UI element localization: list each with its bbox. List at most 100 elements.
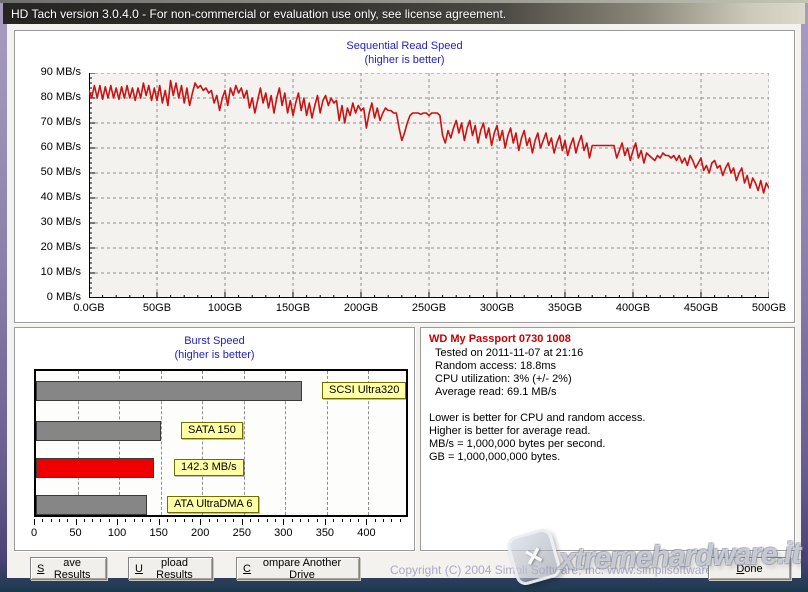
burst-tick	[192, 519, 193, 522]
burst-tick-label: 300	[274, 527, 292, 539]
burst-tick-label: 350	[316, 527, 334, 539]
copyright-text: Copyright (C) 2004 Simpli Software, Inc.…	[390, 563, 738, 577]
burst-tick	[167, 519, 168, 522]
burst-bar-label: ATA UltraDMA 6	[167, 496, 259, 513]
window-title: HD Tach version 3.0.4.0 - For non-commer…	[3, 7, 506, 21]
seq-x-tick-label: 50GB	[143, 302, 171, 314]
compare-another-drive-button[interactable]: Compare Another Drive	[236, 557, 360, 580]
burst-tick	[283, 519, 284, 525]
burst-tick	[117, 519, 118, 525]
seq-y-tick-label: 0 MB/s	[15, 291, 81, 303]
drive-name: WD My Passport 0730 1008	[429, 333, 571, 345]
burst-tick	[42, 519, 43, 522]
seq-x-tick-label: 250GB	[412, 302, 446, 314]
burst-tick	[34, 519, 35, 525]
burst-tick	[400, 519, 401, 522]
info-note-line: Lower is better for CPU and random acces…	[429, 412, 645, 424]
burst-tick	[350, 519, 351, 522]
burst-tick	[76, 519, 77, 525]
seq-chart-title: Sequential Read Speed	[15, 40, 794, 52]
burst-speed-chart: SCSI Ultra320 SATA 150 142.3 MB/s ATA Ultra…	[34, 369, 408, 517]
burst-tick	[184, 519, 185, 522]
burst-tick	[300, 519, 301, 522]
burst-tick	[233, 519, 234, 522]
client-area: Sequential Read Speed (higher is better)…	[7, 24, 801, 578]
drive-stat-line: Tested on 2011-11-07 at 21:16	[435, 347, 583, 359]
seq-x-tick-label: 450GB	[684, 302, 718, 314]
seq-y-tick-label: 60 MB/s	[15, 141, 81, 153]
burst-bar	[36, 381, 302, 401]
burst-tick-label: 100	[108, 527, 126, 539]
burst-tick	[342, 519, 343, 522]
burst-tick	[150, 519, 151, 522]
burst-tick	[308, 519, 309, 522]
burst-tick	[200, 519, 201, 525]
burst-bar-label: SATA 150	[181, 422, 243, 439]
burst-tick	[84, 519, 85, 522]
burst-tick	[225, 519, 226, 522]
burst-tick	[333, 519, 334, 522]
burst-tick	[267, 519, 268, 522]
seq-y-tick-label: 10 MB/s	[15, 266, 81, 278]
burst-tick-label: 250	[233, 527, 251, 539]
burst-tick	[258, 519, 259, 522]
burst-speed-panel: Burst Speed (higher is better) SCSI Ultr…	[14, 327, 415, 551]
drive-stat-line: Average read: 69.1 MB/s	[435, 386, 556, 398]
burst-tick	[109, 519, 110, 522]
burst-tick	[100, 519, 101, 522]
burst-tick	[175, 519, 176, 522]
seq-y-tick-label: 40 MB/s	[15, 191, 81, 203]
hdtach-window: HD Tach version 3.0.4.0 - For non-commer…	[0, 0, 808, 592]
seq-x-tick-label: 400GB	[616, 302, 650, 314]
burst-tick	[275, 519, 276, 522]
burst-bar	[36, 495, 147, 515]
burst-tick-label: 0	[31, 527, 37, 539]
burst-bar-label: SCSI Ultra320	[322, 382, 406, 399]
seq-y-tick-label: 90 MB/s	[15, 66, 81, 78]
burst-x-axis: 050100150200250300350400	[34, 519, 408, 545]
burst-chart-title: Burst Speed	[15, 335, 414, 347]
burst-bar	[36, 421, 161, 441]
seq-y-tick-label: 50 MB/s	[15, 166, 81, 178]
burst-tick	[125, 519, 126, 522]
seq-x-tick-label: 0.0GB	[73, 302, 104, 314]
burst-tick-label: 400	[357, 527, 375, 539]
burst-tick	[383, 519, 384, 522]
save-results-button[interactable]: Save Results	[30, 557, 107, 580]
seq-x-tick-label: 300GB	[480, 302, 514, 314]
burst-tick	[375, 519, 376, 522]
burst-tick	[92, 519, 93, 522]
drive-info-panel: WD My Passport 0730 1008 Tested on 2011-…	[420, 327, 795, 551]
burst-tick	[142, 519, 143, 522]
burst-tick	[134, 519, 135, 522]
burst-tick	[391, 519, 392, 522]
burst-tick	[59, 519, 60, 522]
seq-y-tick-label: 70 MB/s	[15, 116, 81, 128]
info-note-line: MB/s = 1,000,000 bytes per second.	[429, 438, 605, 450]
info-note-line: GB = 1,000,000,000 bytes.	[429, 451, 560, 463]
burst-tick	[159, 519, 160, 525]
burst-tick	[366, 519, 367, 525]
info-note-line: Higher is better for average read.	[429, 425, 590, 437]
burst-tick	[358, 519, 359, 522]
seq-x-tick-label: 100GB	[208, 302, 242, 314]
seq-x-tick-label: 200GB	[344, 302, 378, 314]
seq-y-tick-label: 30 MB/s	[15, 216, 81, 228]
burst-tick-label: 50	[69, 527, 81, 539]
burst-tick	[292, 519, 293, 522]
upload-results-button[interactable]: Upload Results	[128, 557, 213, 580]
seq-x-tick-label: 500GB	[752, 302, 786, 314]
done-button[interactable]: Done	[708, 557, 791, 580]
seq-y-tick-label: 80 MB/s	[15, 91, 81, 103]
burst-tick	[209, 519, 210, 522]
sequential-read-panel: Sequential Read Speed (higher is better)…	[14, 30, 795, 323]
burst-bar-label: 142.3 MB/s	[174, 459, 244, 476]
burst-tick	[217, 519, 218, 522]
burst-tick	[51, 519, 52, 522]
seq-chart-subtitle: (higher is better)	[15, 54, 794, 66]
sequential-read-chart	[89, 73, 769, 298]
window-titlebar[interactable]: HD Tach version 3.0.4.0 - For non-commer…	[3, 3, 805, 24]
drive-stat-line: Random access: 18.8ms	[435, 360, 556, 372]
burst-tick	[242, 519, 243, 525]
drive-stat-line: CPU utilization: 3% (+/- 2%)	[435, 373, 572, 385]
